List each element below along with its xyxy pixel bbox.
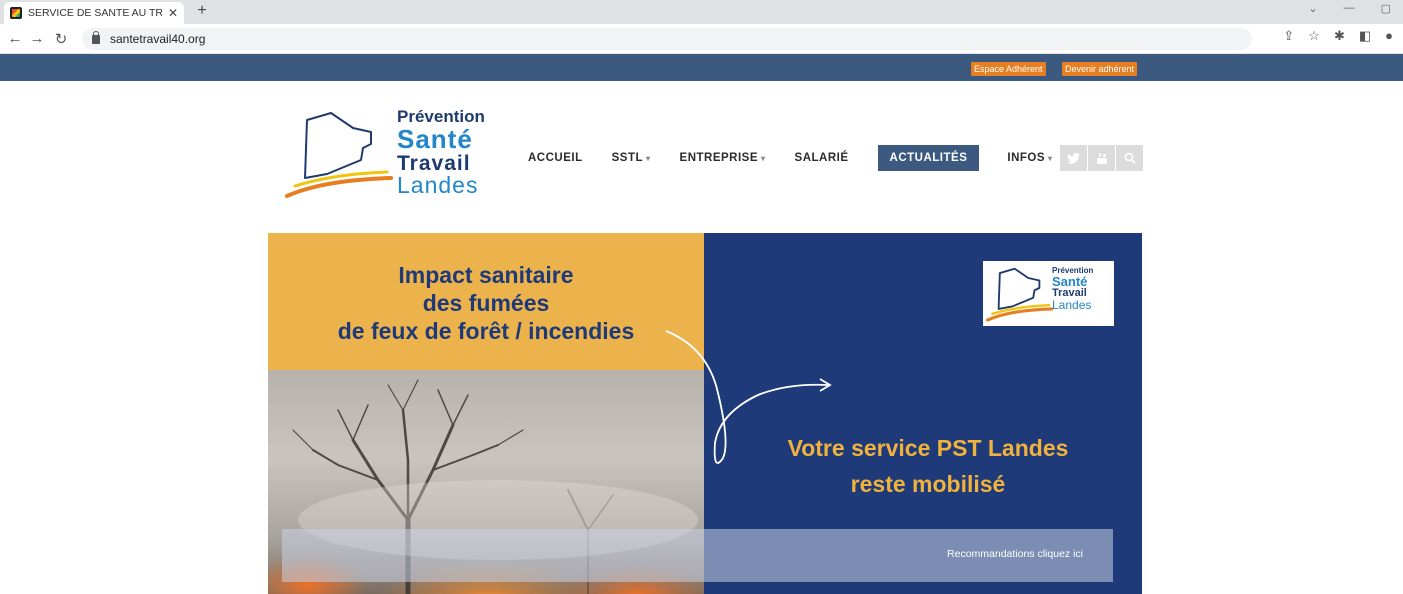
social-buttons xyxy=(1060,145,1144,171)
site-logo[interactable]: Prévention Santé Travail Landes xyxy=(283,108,498,203)
extensions-icon[interactable]: ✱ xyxy=(1334,28,1345,44)
back-icon[interactable]: ← xyxy=(6,30,24,47)
devenir-adherent-button[interactable]: Devenir adhérent xyxy=(1062,62,1138,76)
new-tab-button[interactable]: + xyxy=(192,2,212,20)
nav-item-salarie[interactable]: SALARIÉ xyxy=(795,152,849,164)
nav-item-sstl[interactable]: SSTL ▾ xyxy=(612,152,651,164)
tab-search-icon[interactable]: ⌄ xyxy=(1308,2,1317,15)
site-top-strip: Espace Adhérent Devenir adhérent xyxy=(0,54,1403,81)
logo-line-landes: Landes xyxy=(397,172,479,198)
logo-line-prevention: Prévention xyxy=(397,107,485,126)
espace-adherent-button[interactable]: Espace Adhérent xyxy=(971,62,1046,76)
logo-emblem-icon xyxy=(285,112,393,198)
hero-caption-bar[interactable]: Recommandations cliquez ici xyxy=(282,529,1113,582)
logo-line-travail: Travail xyxy=(397,152,471,175)
nav-item-actualites[interactable]: ACTUALITÉS xyxy=(877,145,980,171)
recommandations-link[interactable]: Recommandations cliquez ici xyxy=(947,548,1083,560)
youtube-icon[interactable] xyxy=(1088,145,1115,171)
main-navigation: ACCUEIL SSTL ▾ ENTREPRISE ▾ SALARIÉ ACTUAL… xyxy=(528,145,1082,171)
side-panel-icon[interactable]: ◧ xyxy=(1359,28,1371,44)
minimize-icon[interactable]: — xyxy=(1344,2,1355,15)
bookmark-star-icon[interactable]: ☆ xyxy=(1308,28,1320,44)
chevron-down-icon: ▾ xyxy=(646,153,651,163)
reload-icon[interactable]: ↻ xyxy=(52,30,70,48)
tab-close-icon[interactable]: ✕ xyxy=(168,6,178,20)
hero-subtitle: Votre service PST Landes reste mobilisé xyxy=(787,435,1069,497)
restore-icon[interactable]: ▢ xyxy=(1381,2,1391,15)
twitter-icon[interactable] xyxy=(1060,145,1087,171)
chevron-down-icon: ▾ xyxy=(761,153,766,163)
chevron-down-icon: ▾ xyxy=(1048,153,1053,163)
nav-item-entreprise[interactable]: ENTREPRISE ▾ xyxy=(680,152,766,164)
url-text[interactable]: santetravail40.org xyxy=(110,32,205,46)
browser-toolbar: ← → ↻ santetravail40.org ⇪ ☆ ✱ ◧ ● xyxy=(0,24,1403,54)
hero-logo-line-landes: Landes xyxy=(1052,298,1092,312)
browser-tab[interactable]: SERVICE DE SANTE AU TRAVAIL D ✕ xyxy=(4,2,184,24)
favicon-icon xyxy=(10,7,22,19)
hero-logo-wordmark: Prévention Santé Travail Landes xyxy=(1052,267,1093,312)
profile-icon[interactable]: ● xyxy=(1385,28,1393,44)
share-icon[interactable]: ⇪ xyxy=(1283,28,1294,44)
browser-extension-icons: ⇪ ☆ ✱ ◧ ● xyxy=(1283,28,1393,44)
hero-banner[interactable]: Impact sanitaire des fumées de feux de f… xyxy=(268,233,1142,594)
nav-item-infos[interactable]: INFOS ▾ xyxy=(1007,152,1052,164)
logo-line-sante: Santé xyxy=(397,124,473,154)
tab-title: SERVICE DE SANTE AU TRAVAIL D xyxy=(28,7,162,19)
search-icon[interactable] xyxy=(1116,145,1143,171)
lock-icon[interactable] xyxy=(92,30,100,44)
address-bar[interactable]: santetravail40.org xyxy=(82,28,1252,50)
logo-emblem-icon xyxy=(985,267,1053,322)
forward-icon[interactable]: → xyxy=(28,30,46,47)
hero-logo-badge: Prévention Santé Travail Landes xyxy=(983,261,1114,326)
window-controls: ⌄ — ▢ xyxy=(1308,2,1391,15)
logo-wordmark: Prévention Santé Travail Landes xyxy=(397,108,485,197)
nav-item-accueil[interactable]: ACCUEIL xyxy=(528,152,583,164)
browser-tab-bar: SERVICE DE SANTE AU TRAVAIL D ✕ + ⌄ — ▢ xyxy=(0,0,1403,24)
